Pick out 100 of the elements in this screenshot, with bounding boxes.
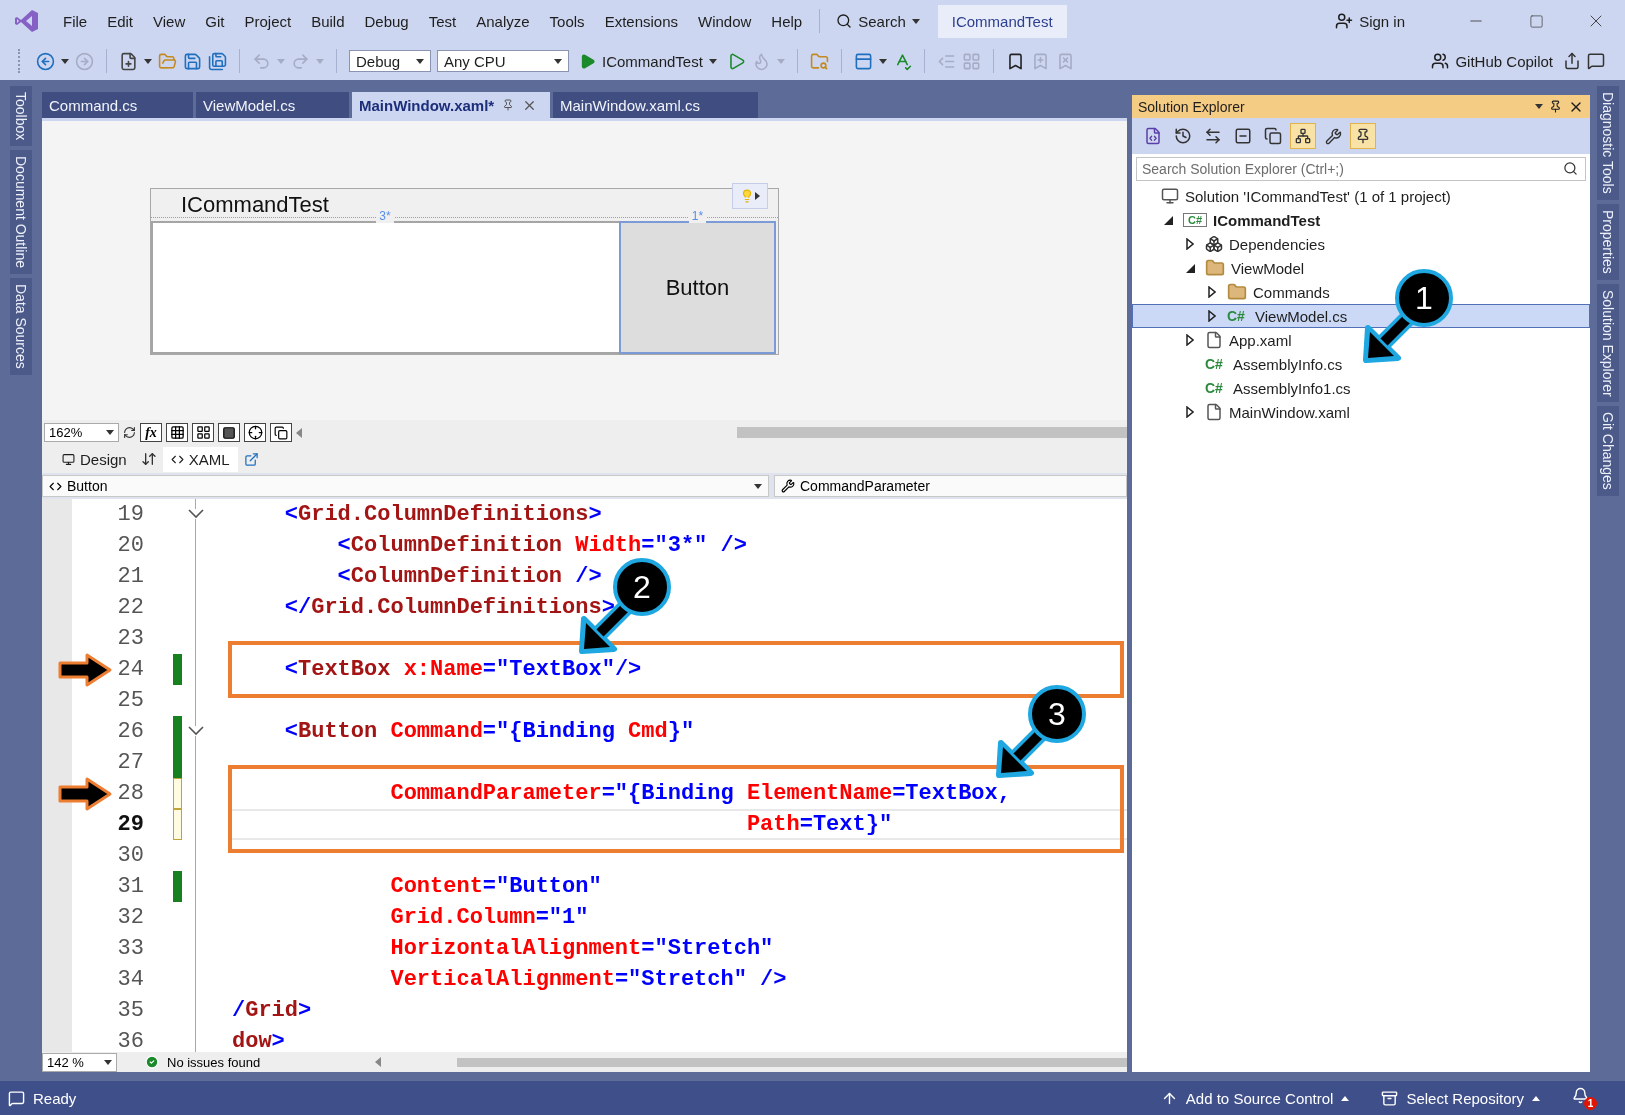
save-all-icon[interactable] <box>208 51 227 71</box>
filter-icon[interactable] <box>1295 128 1311 144</box>
menu-item[interactable]: View <box>144 8 195 34</box>
save-icon[interactable] <box>183 51 202 71</box>
caret-icon[interactable] <box>61 58 69 64</box>
caret-icon[interactable] <box>878 58 887 64</box>
panel-title: Solution Explorer <box>1138 98 1245 115</box>
tree-item[interactable]: C# AssemblyInfo1.cs <box>1181 379 1351 397</box>
member-dropdown[interactable]: CommandParameter <box>774 475 1127 497</box>
caret-icon[interactable] <box>144 58 152 64</box>
toolbar-button[interactable] <box>1350 123 1376 149</box>
expanded-arrow-icon[interactable] <box>1163 215 1173 225</box>
collapsed-arrow-icon[interactable] <box>1208 286 1216 298</box>
notifications-button[interactable]: 1 <box>1572 1086 1597 1110</box>
pop-out-icon[interactable] <box>243 451 259 467</box>
menu-item[interactable]: Edit <box>98 8 143 34</box>
feedback-icon[interactable] <box>1587 52 1605 70</box>
tool-window-tab[interactable]: Toolbox <box>10 86 32 147</box>
element-dropdown[interactable]: Button <box>42 475 769 497</box>
code-line: HorizontalAlignment="Stretch" <box>389 935 774 963</box>
menu-item[interactable]: Window <box>689 8 761 34</box>
line-number: 19 <box>116 501 145 529</box>
tree-item[interactable]: MainWindow.xaml <box>1181 403 1350 421</box>
repository-button[interactable]: Select Repository <box>1381 1089 1540 1107</box>
solution-name: ICommandTest <box>937 4 1067 38</box>
menu-item[interactable]: Git <box>196 8 234 34</box>
panel-menu-icon[interactable] <box>1535 104 1543 109</box>
menu-item[interactable]: Project <box>235 8 301 34</box>
search-field[interactable]: Search Solution Explorer (Ctrl+;) <box>1136 157 1586 181</box>
zoom-dropdown[interactable]: 162% <box>44 423 119 442</box>
scroll-left-icon[interactable] <box>375 1057 381 1067</box>
snap-toggle[interactable] <box>192 423 214 442</box>
tool-window-tab[interactable]: Git Changes <box>1596 406 1619 496</box>
line-number: 25 <box>116 687 145 715</box>
configuration-dropdown[interactable]: Debug <box>349 50 431 72</box>
tree-item[interactable]: C# AssemblyInfo.cs <box>1181 355 1343 373</box>
document-tab[interactable]: Command.cs <box>42 92 193 118</box>
refresh-icon[interactable] <box>123 426 136 439</box>
scrollbar-thumb[interactable] <box>457 1057 1127 1067</box>
collapsed-arrow-icon[interactable] <box>1186 406 1194 418</box>
menu-item[interactable]: Build <box>302 8 354 34</box>
collapse-chevron-icon[interactable] <box>188 509 204 519</box>
menu-item[interactable]: Debug <box>355 8 418 34</box>
tree-item[interactable]: C# ViewModel.cs <box>1203 307 1348 325</box>
menu-item[interactable]: Tools <box>540 8 594 34</box>
effects-toggle[interactable] <box>218 423 240 442</box>
share-icon[interactable] <box>1563 52 1581 70</box>
preview-icon[interactable] <box>1355 128 1371 144</box>
collapsed-arrow-icon[interactable] <box>1186 238 1194 250</box>
pin-icon[interactable] <box>502 99 515 111</box>
expanded-arrow-icon[interactable] <box>1185 263 1195 273</box>
copilot-button[interactable]: GitHub Copilot <box>1427 50 1557 72</box>
document-tab[interactable]: MainWindow.xaml* <box>352 92 550 118</box>
zoom-dropdown[interactable]: 142 % <box>42 1052 117 1072</box>
tool-window-tab[interactable]: Properties <box>1596 203 1619 280</box>
new-item-icon[interactable] <box>119 51 138 71</box>
tree-item[interactable]: Solution 'ICommandTest' (1 of 1 project) <box>1137 187 1451 205</box>
tree-item[interactable]: ViewModel <box>1181 258 1305 278</box>
caret-icon[interactable] <box>911 18 920 24</box>
code-line: <TextBox x:Name="TextBox"/> <box>283 656 642 684</box>
menu-item[interactable]: Help <box>762 8 812 34</box>
start-button[interactable]: ICommandTest <box>575 50 721 72</box>
tree-item[interactable]: C# ICommandTest <box>1159 211 1321 229</box>
tool-window-tab[interactable]: Solution Explorer <box>1596 283 1619 403</box>
device-toggle[interactable] <box>270 423 292 442</box>
tool-window-tab[interactable]: Document Outline <box>10 150 32 275</box>
pin-icon[interactable] <box>1549 100 1562 113</box>
menu-item[interactable]: Analyze <box>467 8 539 34</box>
menu-item[interactable]: File <box>54 8 97 34</box>
grid-toggle[interactable] <box>166 423 188 442</box>
tree-item[interactable]: Dependencies <box>1181 235 1325 253</box>
formula-button[interactable]: fx <box>140 423 162 442</box>
code-line: Content="Button" <box>389 873 602 901</box>
search-button[interactable]: Search <box>828 8 928 34</box>
line-number: 36 <box>116 1028 145 1052</box>
window-layout-icon[interactable] <box>853 51 873 71</box>
menu-item[interactable]: Extensions <box>595 8 687 34</box>
tool-window-tab[interactable]: Diagnostic Tools <box>1596 86 1619 200</box>
collapsed-arrow-icon[interactable] <box>1186 334 1194 346</box>
tree-item[interactable]: App.xaml <box>1181 331 1292 349</box>
collapsed-arrow-icon[interactable] <box>1208 310 1216 322</box>
view-tab[interactable]: XAML <box>162 446 238 472</box>
view-tab[interactable]: Design <box>54 446 135 472</box>
scrollbar-thumb[interactable] <box>737 427 1127 438</box>
source-control-button[interactable]: Add to Source Control <box>1160 1089 1350 1107</box>
back-icon[interactable] <box>36 51 55 71</box>
toolbar-button[interactable] <box>1290 123 1316 149</box>
tool-window-tab[interactable]: Data Sources <box>10 278 32 376</box>
swap-panes-icon[interactable] <box>140 451 157 467</box>
tree-item[interactable]: Commands <box>1203 282 1330 302</box>
collapse-chevron-icon[interactable] <box>188 726 204 736</box>
document-tab[interactable]: MainWindow.xaml.cs <box>553 92 758 118</box>
menu-item[interactable]: Test <box>419 8 466 34</box>
snap-lines-toggle[interactable] <box>244 423 266 442</box>
xaml-file-icon <box>1205 403 1223 421</box>
scroll-left-icon[interactable] <box>296 427 302 438</box>
sign-in-button[interactable]: Sign in <box>1335 12 1405 30</box>
quick-actions-button[interactable] <box>732 183 768 209</box>
platform-dropdown[interactable]: Any CPU <box>437 50 569 72</box>
document-tab[interactable]: ViewModel.cs <box>196 92 349 118</box>
